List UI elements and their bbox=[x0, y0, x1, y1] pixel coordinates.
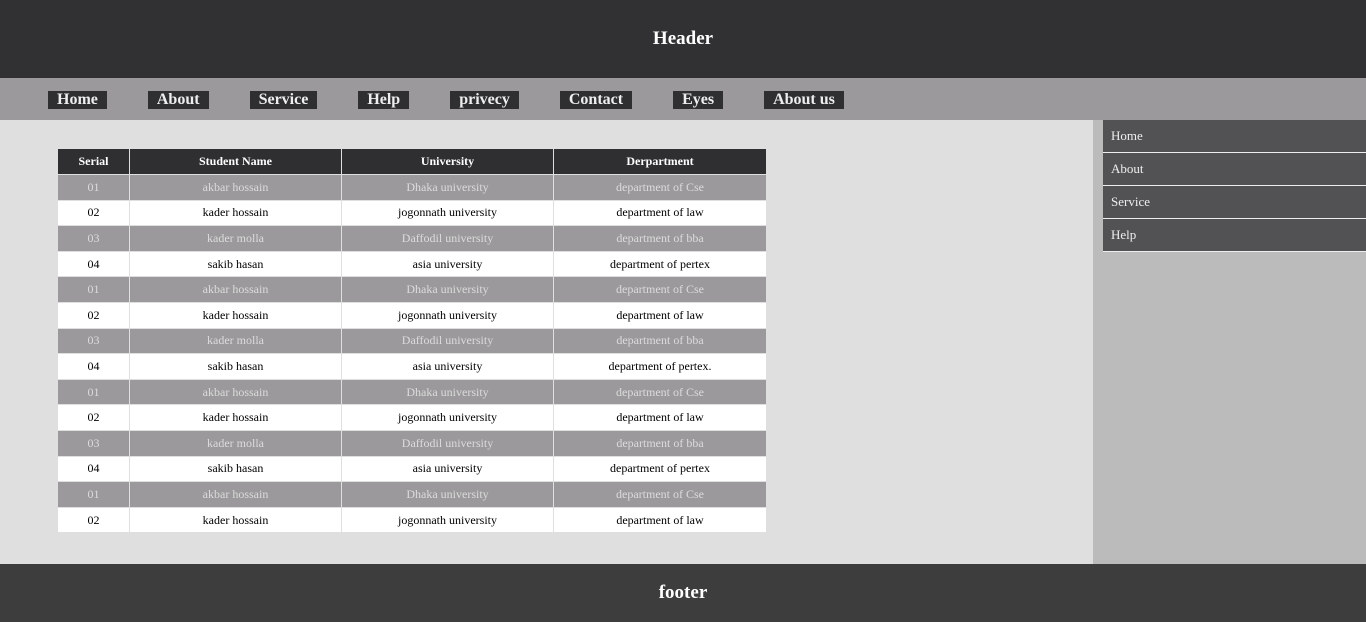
nav-item-eyes[interactable]: Eyes bbox=[673, 90, 724, 109]
nav-item-home[interactable]: Home bbox=[48, 90, 107, 109]
table-cell: Daffodil university bbox=[342, 328, 553, 354]
table-row: 03 kader molla Daffodil university departme… bbox=[58, 430, 766, 456]
table-row: 04 sakib hasan asia university department o… bbox=[58, 456, 766, 482]
table-row: 04 sakib hasan asia university department o… bbox=[58, 354, 766, 379]
table-cell: asia university bbox=[342, 354, 553, 379]
page-header: Header bbox=[0, 0, 1366, 78]
table-cell: Dhaka university bbox=[342, 482, 553, 507]
table-cell: department of bba bbox=[554, 430, 766, 456]
table-cell: akbar hossain bbox=[130, 175, 341, 200]
table-cell: kader molla bbox=[130, 430, 341, 456]
table-cell: department of law bbox=[554, 200, 766, 226]
table-cell: department of law bbox=[554, 405, 766, 430]
table-row: 02 kader hossain jogonnath university depar… bbox=[58, 200, 766, 226]
table-cell: department of law bbox=[554, 507, 766, 533]
table-cell: 03 bbox=[58, 226, 129, 251]
table-cell: asia university bbox=[342, 251, 553, 277]
table-row: 03 kader molla Daffodil university departme… bbox=[58, 226, 766, 251]
table-row: 01 akbar hossain Dhaka university departmen… bbox=[58, 175, 766, 200]
main-content: Serial Student Name University Derpartment … bbox=[0, 120, 1093, 564]
table-cell: department of bba bbox=[554, 328, 766, 354]
table-cell: sakib hasan bbox=[130, 456, 341, 482]
nav-item-privecy[interactable]: privecy bbox=[450, 90, 519, 109]
table-cell: sakib hasan bbox=[130, 354, 341, 379]
table-row: 04 sakib hasan asia university department o… bbox=[58, 251, 766, 277]
page-footer: footer bbox=[0, 564, 1366, 622]
table-row: 02 kader hossain jogonnath university depar… bbox=[58, 405, 766, 430]
table-row: 02 kader hossain jogonnath university depar… bbox=[58, 507, 766, 533]
table-cell: kader hossain bbox=[130, 302, 341, 328]
table-cell: kader molla bbox=[130, 328, 341, 354]
table-cell: kader molla bbox=[130, 226, 341, 251]
table-cell: department of Cse bbox=[554, 379, 766, 405]
table-cell: 01 bbox=[58, 379, 129, 405]
sidebar-item-about[interactable]: About bbox=[1103, 153, 1366, 186]
table-cell: 01 bbox=[58, 482, 129, 507]
table-cell: Daffodil university bbox=[342, 226, 553, 251]
table-cell: 03 bbox=[58, 328, 129, 354]
sidebar: Home About Service Help bbox=[1093, 120, 1366, 564]
nav-item-service[interactable]: Service bbox=[249, 90, 318, 109]
table-cell: Dhaka university bbox=[342, 277, 553, 302]
table-cell: akbar hossain bbox=[130, 379, 341, 405]
sidebar-item-help[interactable]: Help bbox=[1103, 219, 1366, 252]
column-header: University bbox=[342, 149, 553, 174]
table-cell: 04 bbox=[58, 456, 129, 482]
column-header: Serial bbox=[58, 149, 129, 174]
table-cell: department of pertex. bbox=[554, 354, 766, 379]
table-cell: jogonnath university bbox=[342, 302, 553, 328]
table-cell: 03 bbox=[58, 430, 129, 456]
table-cell: Dhaka university bbox=[342, 175, 553, 200]
table-cell: department of Cse bbox=[554, 482, 766, 507]
table-cell: department of pertex bbox=[554, 456, 766, 482]
top-nav: Home About Service Help privecy Contact Eyes Ab… bbox=[0, 78, 1366, 120]
table-cell: akbar hossain bbox=[130, 482, 341, 507]
table-row: 01 akbar hossain Dhaka university departmen… bbox=[58, 482, 766, 507]
table-cell: Daffodil university bbox=[342, 430, 553, 456]
table-header-row: Serial Student Name University Derpartment bbox=[58, 149, 766, 174]
nav-item-help[interactable]: Help bbox=[358, 90, 410, 109]
table-cell: Dhaka university bbox=[342, 379, 553, 405]
table-cell: sakib hasan bbox=[130, 251, 341, 277]
table-cell: 02 bbox=[58, 302, 129, 328]
column-header: Student Name bbox=[130, 149, 341, 174]
table-cell: 01 bbox=[58, 277, 129, 302]
table-cell: akbar hossain bbox=[130, 277, 341, 302]
table-cell: 02 bbox=[58, 405, 129, 430]
table-cell: department of Cse bbox=[554, 277, 766, 302]
table-row: 01 akbar hossain Dhaka university departmen… bbox=[58, 277, 766, 302]
table-cell: kader hossain bbox=[130, 200, 341, 226]
table-row: 02 kader hossain jogonnath university depar… bbox=[58, 302, 766, 328]
nav-item-contact[interactable]: Contact bbox=[559, 90, 633, 109]
table-row: 01 akbar hossain Dhaka university departmen… bbox=[58, 379, 766, 405]
table-cell: department of law bbox=[554, 302, 766, 328]
table-cell: 04 bbox=[58, 354, 129, 379]
table-cell: asia university bbox=[342, 456, 553, 482]
table-cell: 01 bbox=[58, 175, 129, 200]
table-cell: jogonnath university bbox=[342, 405, 553, 430]
sidebar-item-service[interactable]: Service bbox=[1103, 186, 1366, 219]
table-cell: jogonnath university bbox=[342, 507, 553, 533]
column-header: Derpartment bbox=[554, 149, 766, 174]
table-cell: department of pertex bbox=[554, 251, 766, 277]
table-cell: kader hossain bbox=[130, 405, 341, 430]
table-cell: kader hossain bbox=[130, 507, 341, 533]
table-cell: department of bba bbox=[554, 226, 766, 251]
nav-item-about-us[interactable]: About us bbox=[764, 90, 844, 109]
nav-item-about[interactable]: About bbox=[147, 90, 209, 109]
table-row: 03 kader molla Daffodil university departme… bbox=[58, 328, 766, 354]
sidebar-item-home[interactable]: Home bbox=[1103, 120, 1366, 153]
table-cell: 02 bbox=[58, 200, 129, 226]
table-cell: 04 bbox=[58, 251, 129, 277]
table-cell: jogonnath university bbox=[342, 200, 553, 226]
table-cell: department of Cse bbox=[554, 175, 766, 200]
table-cell: 02 bbox=[58, 507, 129, 533]
students-table: Serial Student Name University Derpartment … bbox=[57, 148, 767, 533]
